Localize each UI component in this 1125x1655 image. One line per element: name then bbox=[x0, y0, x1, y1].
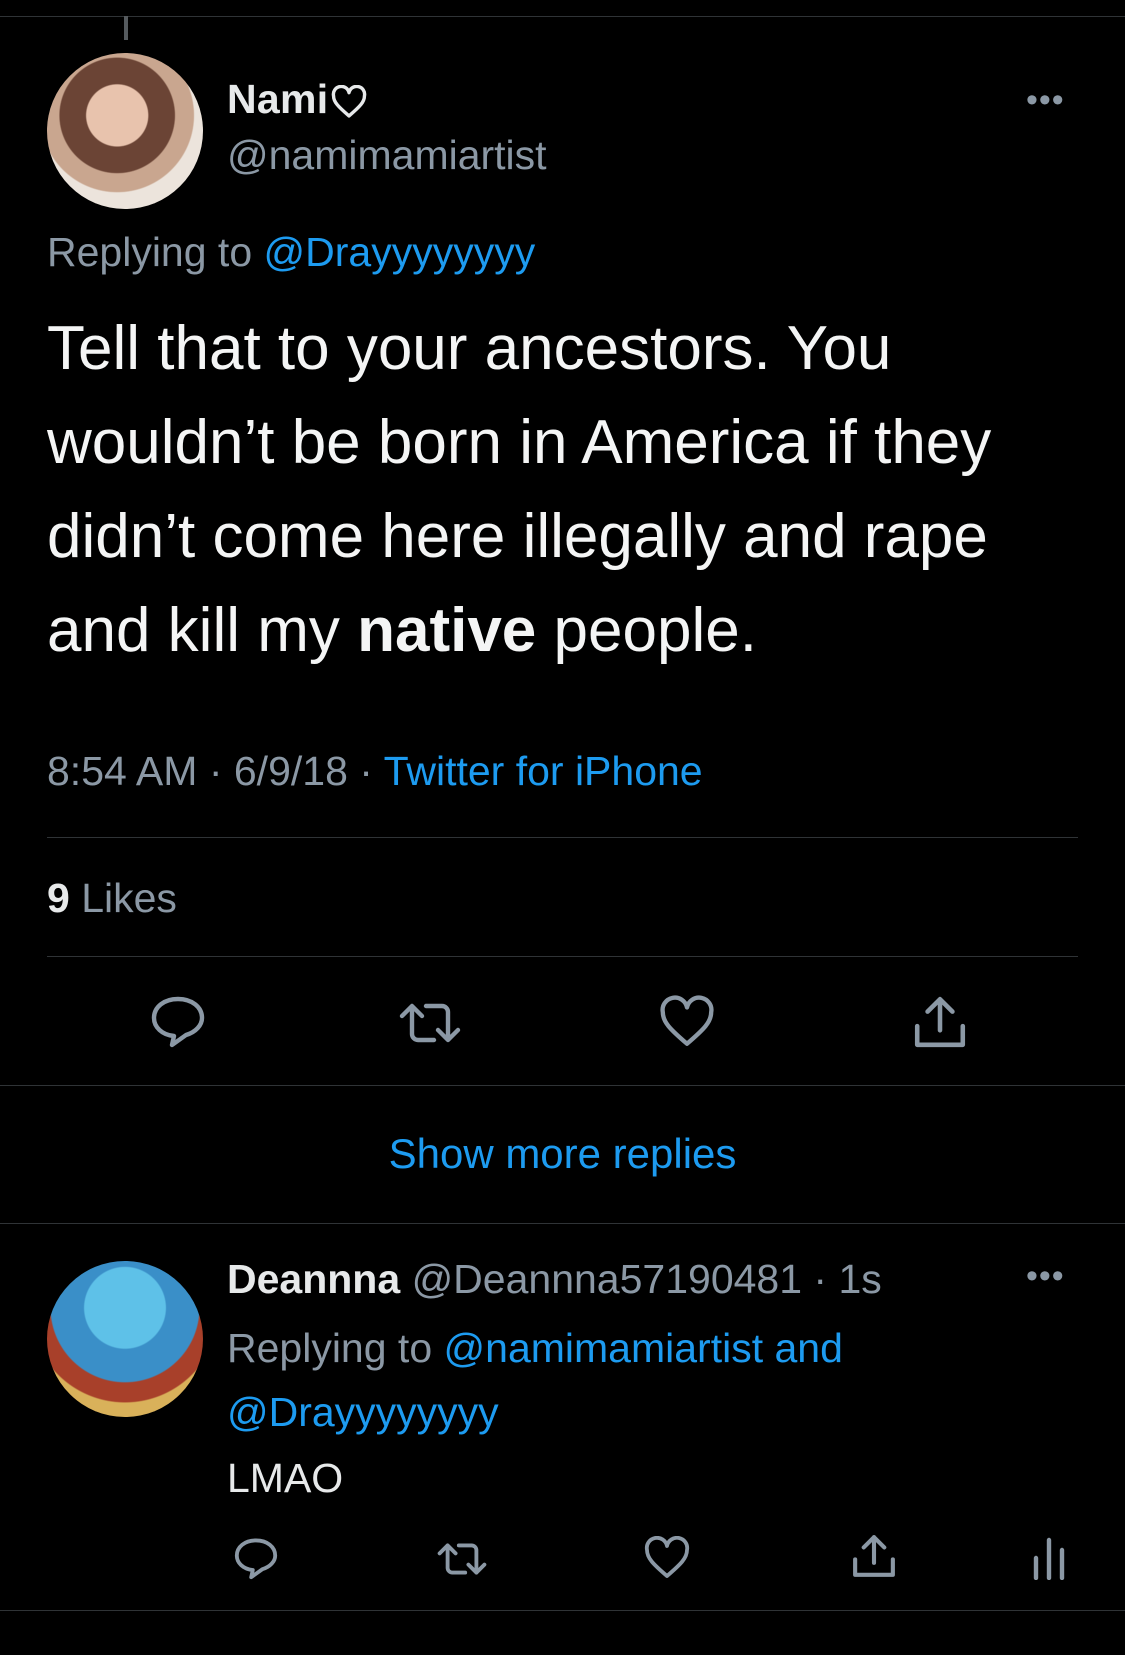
divider bbox=[47, 956, 1078, 957]
tweet-text-bold: native bbox=[357, 596, 537, 665]
tweet-meta: 8:54 AM · 6/9/18 · Twitter for iPhone bbox=[47, 748, 703, 794]
author-display-name: Nami bbox=[227, 76, 329, 122]
retweet-icon[interactable] bbox=[436, 1539, 488, 1579]
like-icon[interactable] bbox=[643, 1536, 691, 1580]
tweet-date: 6/9/18 bbox=[233, 748, 348, 794]
share-icon[interactable] bbox=[911, 993, 969, 1051]
analytics-icon[interactable] bbox=[1032, 1534, 1066, 1580]
divider bbox=[0, 1610, 1125, 1611]
replying-label: Replying to bbox=[47, 229, 253, 275]
tweet-text: Tell that to your ancestors. You wouldn’… bbox=[47, 302, 1087, 678]
reply-replying-label: Replying to bbox=[227, 1325, 433, 1371]
share-icon[interactable] bbox=[850, 1532, 898, 1580]
author-handle[interactable]: @namimamiartist bbox=[227, 132, 547, 179]
replying-to: Replying to @Drayyyyyyyy bbox=[47, 229, 535, 276]
tweet-text-part2: people. bbox=[536, 596, 757, 665]
divider bbox=[0, 1223, 1125, 1224]
likes-number: 9 bbox=[47, 875, 70, 921]
reply-age: 1s bbox=[838, 1256, 882, 1302]
tweet-time: 8:54 AM bbox=[47, 748, 198, 794]
likes-count[interactable]: 9 Likes bbox=[47, 875, 177, 922]
reply-text: LMAO bbox=[227, 1455, 344, 1501]
like-icon[interactable] bbox=[658, 995, 716, 1049]
replying-to-link[interactable]: @Drayyyyyyyy bbox=[264, 229, 536, 275]
thread-line bbox=[124, 16, 128, 40]
top-divider bbox=[0, 16, 1125, 17]
reply-icon[interactable] bbox=[148, 993, 208, 1049]
tweet-source[interactable]: Twitter for iPhone bbox=[384, 748, 703, 794]
more-icon[interactable]: ••• bbox=[1026, 1259, 1065, 1293]
heart-outline-icon bbox=[332, 84, 367, 118]
likes-label: Likes bbox=[81, 875, 177, 921]
more-icon[interactable]: ••• bbox=[1026, 83, 1065, 117]
reply-header[interactable]: Deannna @Deannna57190481 · 1s bbox=[227, 1256, 882, 1303]
show-more-replies-button[interactable]: Show more replies bbox=[0, 1130, 1125, 1178]
reply-avatar[interactable] bbox=[47, 1261, 203, 1417]
reply-display-name: Deannna bbox=[227, 1256, 401, 1302]
author-name[interactable]: Nami bbox=[227, 76, 368, 123]
reply-replying-to: Replying to @namimamiartist and @Drayyyy… bbox=[227, 1316, 1097, 1444]
divider bbox=[0, 1085, 1125, 1086]
divider bbox=[47, 837, 1078, 838]
avatar[interactable] bbox=[47, 53, 203, 209]
reply-icon[interactable] bbox=[232, 1535, 280, 1581]
retweet-icon[interactable] bbox=[398, 998, 462, 1048]
reply-handle: @Deannna57190481 bbox=[411, 1256, 803, 1302]
